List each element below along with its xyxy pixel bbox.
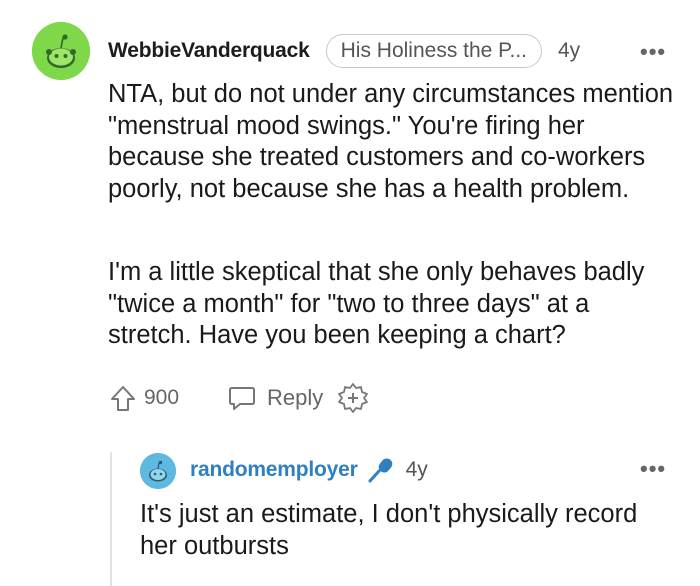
vote-count: 900 — [144, 386, 180, 409]
comment-meta: randomemployer 4y — [190, 454, 428, 486]
comment-age: 4y — [558, 39, 581, 62]
comment-meta: WebbieVanderquack His Holiness the P... … — [108, 34, 580, 68]
microphone-icon — [366, 455, 396, 485]
upvote-button[interactable]: 900 — [108, 383, 179, 413]
upvote-arrow-icon — [111, 386, 135, 411]
user-avatar[interactable] — [32, 22, 90, 80]
comment-age: 4y — [405, 458, 428, 481]
award-button[interactable] — [337, 382, 369, 414]
comment-paragraph: NTA, but do not under any circumstances … — [108, 80, 674, 203]
comment-actions: 900 Reply — [108, 378, 369, 418]
reply-paragraph: It's just an estimate, I don't physicall… — [140, 500, 638, 560]
username[interactable]: WebbieVanderquack — [108, 39, 310, 63]
username[interactable]: randomemployer — [190, 458, 358, 482]
reply-button[interactable]: Reply — [227, 383, 323, 413]
more-options-icon[interactable]: ••• — [640, 41, 666, 63]
more-options-icon[interactable]: ••• — [640, 458, 666, 480]
snoo-avatar-icon — [32, 22, 90, 80]
reply-label: Reply — [267, 385, 324, 410]
user-avatar[interactable] — [140, 453, 176, 489]
user-flair: His Holiness the P... — [325, 34, 542, 68]
award-plus-icon — [338, 383, 369, 413]
comment-paragraph: I'm a little skeptical that she only beh… — [108, 258, 645, 349]
speech-bubble-icon — [229, 387, 256, 410]
thread-line[interactable] — [110, 452, 112, 586]
snoo-avatar-icon — [140, 453, 176, 489]
